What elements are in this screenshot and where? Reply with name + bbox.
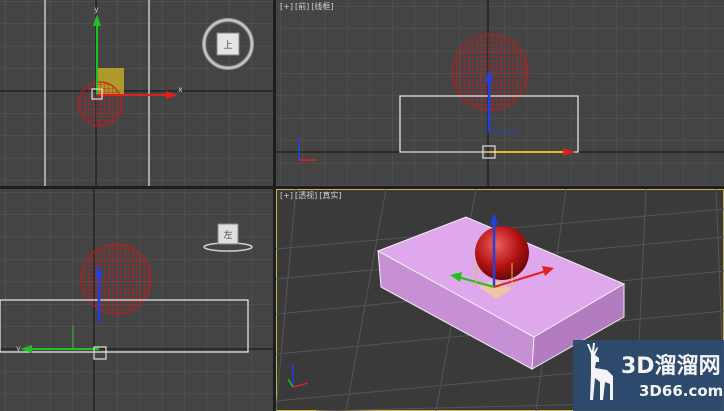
viewport-menu-plus[interactable]: [+] (279, 2, 294, 11)
axis-y-label: y (16, 344, 21, 353)
viewport-menu-view[interactable]: [透视] (294, 191, 318, 200)
deer-logo-icon (587, 343, 613, 400)
viewport-menu-shading[interactable]: [真实] (318, 191, 342, 200)
viewport-front[interactable]: [+] [前] [线框] (276, 0, 724, 186)
viewport-menu-shading[interactable]: [线框] (310, 2, 334, 11)
axis-x-label: x (178, 85, 183, 94)
watermark-title: 3D溜溜网 (621, 354, 721, 379)
watermark: 3D溜溜网 3D66.com (573, 340, 724, 411)
viewcube-left-label: 左 (223, 229, 232, 241)
axis-y-label: y (94, 5, 99, 14)
viewport-menu-view[interactable]: [前] (294, 2, 310, 11)
viewport-front-canvas (276, 0, 724, 186)
viewport-left[interactable]: y 左 (0, 189, 273, 411)
viewport-left-canvas: y 左 (0, 189, 273, 411)
viewport-front-label[interactable]: [+] [前] [线框] (279, 2, 334, 12)
watermark-url: 3D66.com (639, 382, 724, 400)
viewport-perspective-label[interactable]: [+] [透视] [真实] (279, 191, 342, 201)
viewport-top-canvas: y x 上 (0, 0, 273, 186)
viewcube-top-label: 上 (223, 40, 232, 51)
sphere-object[interactable] (475, 226, 529, 280)
axis-tripod-icon (287, 365, 309, 388)
viewport-top[interactable]: y x 上 (0, 0, 273, 186)
viewport-menu-plus[interactable]: [+] (279, 191, 294, 200)
